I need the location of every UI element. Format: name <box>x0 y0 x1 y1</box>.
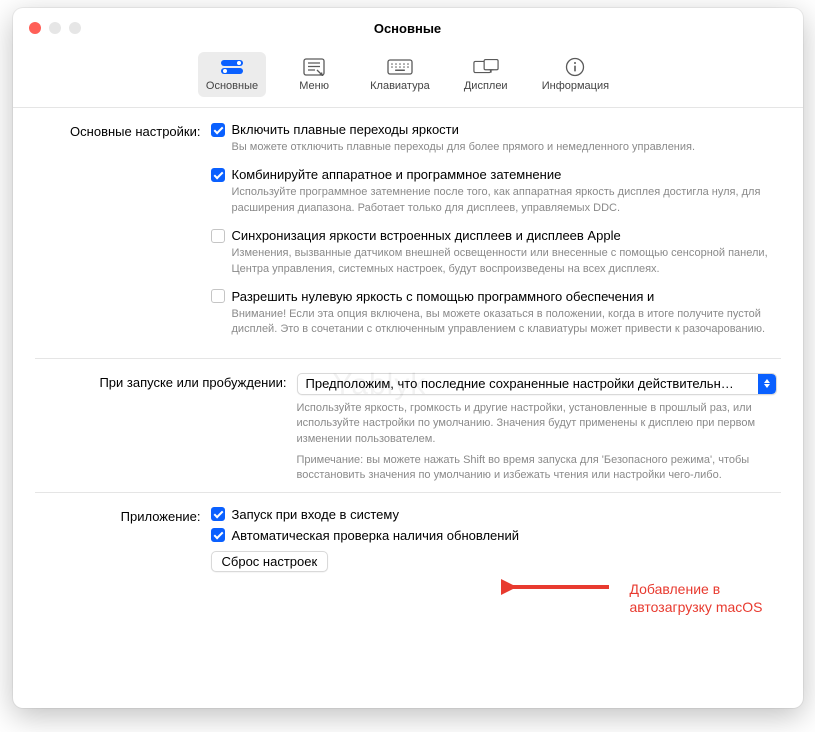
tab-menu[interactable]: Меню <box>284 52 344 97</box>
tab-label: Основные <box>206 80 258 92</box>
maximize-button[interactable] <box>69 22 81 34</box>
divider <box>35 358 781 359</box>
tab-keyboard[interactable]: Клавиатура <box>362 52 438 97</box>
section-label-app: Приложение: <box>35 507 211 524</box>
info-icon <box>562 57 588 77</box>
keyboard-icon <box>387 57 413 77</box>
tab-displays[interactable]: Дисплеи <box>456 52 516 97</box>
opt-label: Комбинируйте аппаратное и программное за… <box>232 167 562 182</box>
tab-label: Дисплеи <box>464 80 508 92</box>
menu-icon <box>301 57 327 77</box>
select-value: Предположим, что последние сохраненные н… <box>306 376 758 391</box>
startup-desc: Используйте яркость, громкость и другие … <box>297 401 781 447</box>
checkbox-allow-zero-brightness[interactable] <box>211 289 225 303</box>
preferences-window: Основные Основные Меню Клавиатура Диспле… <box>13 8 803 708</box>
displays-icon <box>473 57 499 77</box>
opt-label: Разрешить нулевую яркость с помощью прог… <box>232 289 655 304</box>
opt-label: Автоматическая проверка наличия обновлен… <box>232 528 519 543</box>
startup-note: Примечание: вы можете нажать Shift во вр… <box>297 453 781 484</box>
opt-desc: Изменения, вызванные датчиком внешней ос… <box>232 246 781 277</box>
tab-label: Информация <box>542 80 609 92</box>
minimize-button[interactable] <box>49 22 61 34</box>
content-area: Основные настройки: Включить плавные пер… <box>13 108 803 698</box>
close-button[interactable] <box>29 22 41 34</box>
checkbox-launch-at-login[interactable] <box>211 507 225 521</box>
titlebar: Основные <box>13 8 803 48</box>
toolbar: Основные Меню Клавиатура Дисплеи Информа… <box>13 48 803 108</box>
tab-general[interactable]: Основные <box>198 52 266 97</box>
checkbox-sync-brightness[interactable] <box>211 229 225 243</box>
checkbox-combine-dimming[interactable] <box>211 168 225 182</box>
opt-label: Включить плавные переходы яркости <box>232 122 459 137</box>
section-label-startup: При запуске или пробуждении: <box>35 373 297 390</box>
checkbox-auto-update[interactable] <box>211 528 225 542</box>
tab-label: Клавиатура <box>370 80 430 92</box>
traffic-lights <box>13 22 81 34</box>
opt-desc: Внимание! Если эта опция включена, вы мо… <box>232 307 781 338</box>
opt-desc: Вы можете отключить плавные переходы для… <box>232 140 781 155</box>
opt-desc: Используйте программное затемнение после… <box>232 185 781 216</box>
window-title: Основные <box>374 21 441 36</box>
opt-label: Запуск при входе в систему <box>232 507 399 522</box>
tab-label: Меню <box>299 80 329 92</box>
checkbox-smooth-brightness[interactable] <box>211 123 225 137</box>
divider <box>35 492 781 493</box>
startup-select[interactable]: Предположим, что последние сохраненные н… <box>297 373 777 395</box>
section-label-general: Основные настройки: <box>35 122 211 139</box>
reset-button[interactable]: Сброс настроек <box>211 551 329 572</box>
chevron-up-down-icon <box>758 374 776 394</box>
tab-info[interactable]: Информация <box>534 52 617 97</box>
toggles-icon <box>219 57 245 77</box>
opt-label: Синхронизация яркости встроенных дисплее… <box>232 228 621 243</box>
